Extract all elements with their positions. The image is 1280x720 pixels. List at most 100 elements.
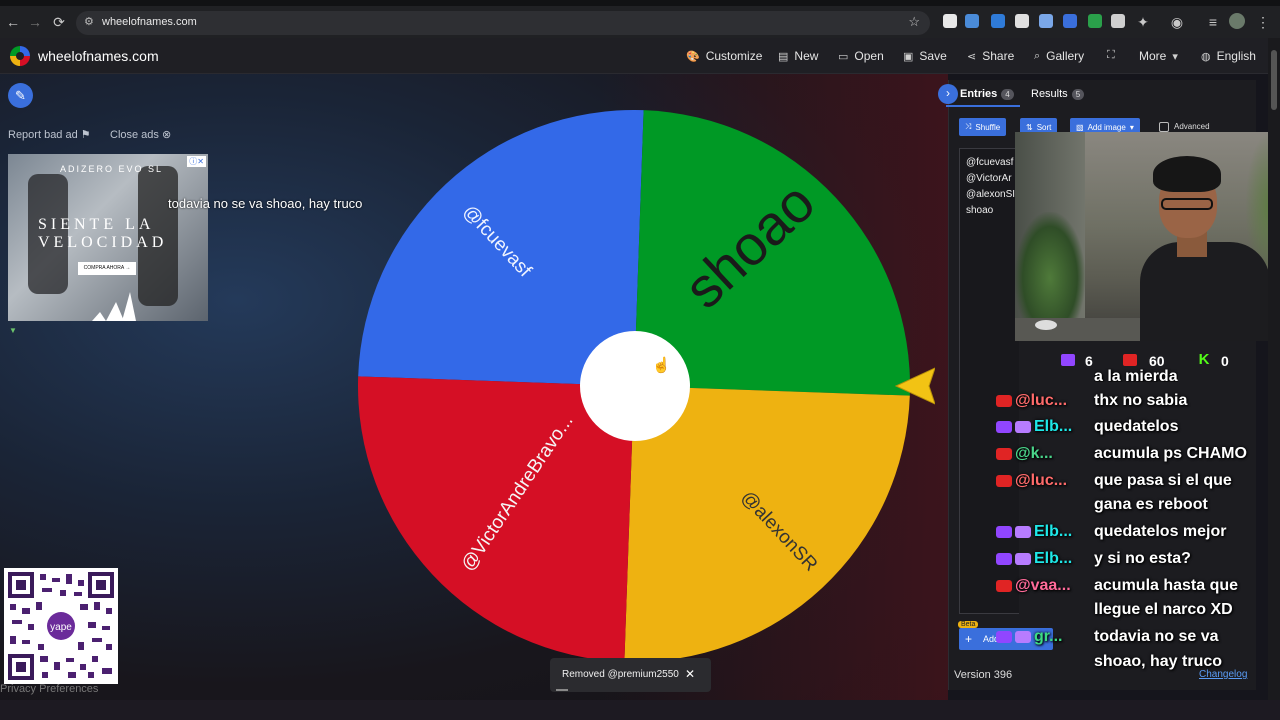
ad-cta-button[interactable]: COMPRA AHORA → (78, 262, 136, 275)
open-button[interactable]: ▭ Open (838, 49, 884, 63)
page-scrollbar[interactable] (1268, 38, 1280, 700)
mouse-cursor-icon: ☝ (652, 357, 671, 374)
kick-icon: K (1198, 351, 1210, 368)
wheel[interactable]: @fcuevasf shoao @alexonSR @VictorAndreBr… (358, 110, 910, 662)
entries-count-badge: 4 (1001, 88, 1014, 100)
chat-text: y si no esta? (1094, 550, 1191, 567)
extension-icon[interactable] (1015, 14, 1029, 28)
active-tab-indicator (946, 105, 1020, 107)
ad-choices-icon[interactable]: ⓘ✕ (187, 156, 206, 167)
extension-icon[interactable] (943, 14, 957, 28)
reload-icon[interactable]: ⟳ (50, 13, 68, 31)
entry-item: @fcuevasf (966, 157, 1014, 168)
chat-text: gana es reboot (1094, 496, 1208, 513)
address-bar[interactable]: ⚙ wheelofnames.com ☆ (76, 11, 930, 35)
back-icon[interactable]: ← (4, 13, 22, 31)
extension-icon[interactable] (1088, 14, 1102, 28)
ad-marker-icon: ▼ (9, 326, 17, 335)
badge-icon (1015, 525, 1031, 538)
more-menu[interactable]: More ▾ (1139, 49, 1178, 63)
forward-icon[interactable]: → (26, 13, 44, 31)
browser-menu-icon[interactable]: ⋮ (1254, 13, 1272, 31)
tab-results[interactable]: Results 5 (1031, 88, 1085, 100)
qr-logo-icon: yape (50, 622, 72, 633)
reading-list-icon[interactable]: ≡ (1204, 13, 1222, 31)
site-info-icon[interactable]: ⚙ (84, 15, 94, 28)
privacy-preferences-link[interactable]: Privacy Preferences (0, 683, 98, 695)
new-file-icon: ▤ (778, 50, 789, 63)
wheel-pointer-arrow (894, 367, 935, 405)
advanced-label: Advanced (1174, 122, 1210, 131)
gallery-button[interactable]: ⌕ Gallery (1034, 49, 1084, 63)
entries-textarea[interactable] (959, 148, 1019, 614)
chat-text: llegue el narco XD (1094, 601, 1233, 618)
save-icon: ▣ (903, 50, 914, 63)
search-icon: ⌕ (1034, 49, 1041, 62)
chat-text: acumula ps CHAMO (1094, 445, 1247, 462)
extension-icon[interactable] (1111, 14, 1125, 28)
ad-title-line1: SIENTE LA (38, 216, 155, 233)
language-menu[interactable]: ◍ English (1201, 49, 1256, 63)
share-button[interactable]: ⋖ Share (967, 49, 1014, 63)
ad-headline: ADIZERO EVO SL (60, 164, 164, 174)
badge-icon (1015, 630, 1031, 643)
profile-avatar[interactable] (1229, 13, 1245, 29)
webcam-overlay (1015, 132, 1280, 341)
toast-close-icon[interactable]: ✕ (685, 667, 695, 681)
fullscreen-button[interactable]: ⛶ (1107, 49, 1115, 62)
close-circle-icon: ⊗ (161, 129, 172, 141)
chat-message: Elb... y si no esta? (996, 550, 1191, 568)
bookmark-star-icon[interactable]: ☆ (908, 14, 920, 30)
chat-message: @k... acumula ps CHAMO (996, 445, 1247, 463)
extension-icon[interactable] (1039, 14, 1053, 28)
chevron-down-icon: ▾ (1129, 122, 1134, 132)
globe-icon: ◍ (1201, 50, 1211, 63)
version-label: Version 396 (954, 669, 1013, 681)
share-icon: ⋖ (967, 50, 977, 63)
extension-icon[interactable] (1063, 14, 1077, 28)
flag-icon: ⚑ (80, 129, 91, 141)
youtube-icon (1123, 354, 1137, 366)
twitch-icon (996, 525, 1012, 538)
kick-viewer-count: 0 (1221, 353, 1229, 369)
chat-username: @luc... (1015, 392, 1068, 409)
results-count-badge: 5 (1071, 88, 1085, 100)
chat-username: @vaa... (1015, 577, 1071, 594)
wheel-center-hub[interactable] (580, 331, 690, 441)
new-button[interactable]: ▤ New (778, 49, 818, 63)
chat-username: Elb... (1034, 550, 1073, 567)
bottom-strip (0, 700, 1280, 720)
save-button[interactable]: ▣ Save (903, 49, 947, 63)
ad-banner[interactable]: ADIZERO EVO SL SIENTE LA VELOCIDAD COMPR… (8, 154, 208, 321)
chat-text: quedatelos (1094, 418, 1179, 435)
palette-icon: 🎨 (686, 50, 700, 63)
chat-text: todavia no se va (1094, 628, 1219, 645)
customize-button[interactable]: 🎨 Customize (686, 49, 762, 63)
entry-item: shoao (966, 205, 994, 216)
tab-entries[interactable]: Entries 4 (960, 88, 1014, 100)
extension-icon[interactable] (991, 14, 1005, 28)
collapse-panel-icon[interactable]: › (938, 84, 958, 104)
twitch-viewer-count: 6 (1085, 353, 1093, 369)
report-ad-link[interactable]: Report bad ad ⚑ (8, 128, 91, 141)
qr-code: yape (4, 568, 118, 684)
scrollbar-thumb[interactable] (1271, 50, 1277, 110)
extensions-puzzle-icon[interactable]: ✦ (1134, 13, 1152, 31)
toast-text: Removed @premium2550 (562, 669, 679, 680)
edit-pencil-icon[interactable]: ✎ (8, 83, 33, 108)
chat-message: @luc... thx no sabia (996, 392, 1187, 410)
toast-notification: Removed @premium2550 ✕ (550, 658, 711, 692)
site-logo[interactable] (10, 46, 30, 66)
shuffle-button[interactable]: ⤨ Shuffle (959, 118, 1007, 136)
badge-icon (1015, 420, 1031, 433)
twitch-icon (996, 552, 1012, 565)
extension-icon[interactable] (965, 14, 979, 28)
media-icon[interactable]: ◉ (1168, 13, 1186, 31)
webcam-person (1153, 156, 1221, 192)
stream-overlay-message: todavia no se va shoao, hay truco (168, 196, 363, 211)
site-name[interactable]: wheelofnames.com (38, 48, 159, 64)
youtube-icon (996, 579, 1012, 592)
advanced-checkbox[interactable] (1159, 122, 1169, 132)
shuffle-icon: ⤨ (965, 122, 972, 131)
close-ads-link[interactable]: Close ads ⊗ (110, 128, 171, 141)
